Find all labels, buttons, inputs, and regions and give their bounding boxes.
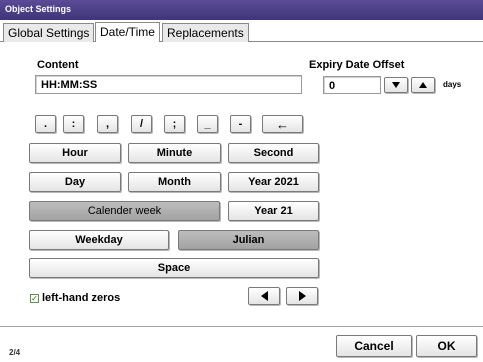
decrement-button[interactable] [384,77,408,93]
symbol-slash-button[interactable]: / [131,115,152,133]
cancel-button[interactable]: Cancel [336,335,412,357]
symbol-semicolon-button[interactable]: ; [164,115,185,133]
increment-button[interactable] [411,77,435,93]
expiry-offset-input[interactable]: 0 [323,76,381,94]
content-label: Content [37,59,79,71]
arrow-right-icon [298,291,306,301]
left-zeros-label: left-hand zeros [42,292,121,304]
hour-button[interactable]: Hour [29,143,121,163]
expiry-offset-label: Expiry Date Offset [309,59,405,71]
symbol-comma-button[interactable]: , [97,115,118,133]
tab-date-time[interactable]: Date/Time [95,22,160,42]
year-4digit-button[interactable]: Year 2021 [228,172,319,192]
symbol-underscore-button[interactable]: _ [197,115,218,133]
ok-button[interactable]: OK [416,335,477,357]
tab-replacements[interactable]: Replacements [162,23,249,42]
symbol-colon-button[interactable]: : [63,115,84,133]
left-zeros-checkbox[interactable]: ✓ [30,294,39,303]
days-unit-label: days [443,80,462,89]
page-indicator: 2/4 [9,348,21,357]
symbol-dot-button[interactable]: . [35,115,56,133]
cursor-left-button[interactable] [248,287,280,305]
julian-button[interactable]: Julian [178,230,319,250]
minute-button[interactable]: Minute [128,143,221,163]
content-input[interactable]: HH:MM:SS [35,75,302,94]
window-title: Object Settings [0,0,483,20]
cursor-right-button[interactable] [286,287,318,305]
symbol-hyphen-button[interactable]: - [230,115,251,133]
arrow-left-icon [260,291,268,301]
year-2digit-button[interactable]: Year 21 [228,201,319,221]
calendar-week-button[interactable]: Calender week [29,201,220,221]
tab-bar: Global Settings Date/Time Replacements [0,21,483,42]
backspace-button[interactable]: ← [262,115,303,133]
day-button[interactable]: Day [29,172,121,192]
weekday-button[interactable]: Weekday [29,230,169,250]
arrow-up-icon [419,82,427,88]
second-button[interactable]: Second [228,143,319,163]
space-button[interactable]: Space [29,258,319,278]
tab-global-settings[interactable]: Global Settings [3,23,95,42]
arrow-down-icon [392,82,400,88]
month-button[interactable]: Month [128,172,221,192]
